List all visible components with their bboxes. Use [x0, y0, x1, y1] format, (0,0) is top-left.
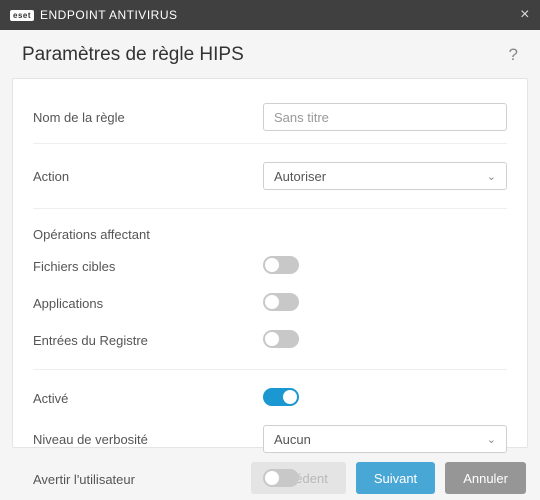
enabled-label: Activé [33, 391, 263, 406]
registry-toggle[interactable] [263, 330, 299, 348]
row-registry: Entrées du Registre [33, 322, 507, 359]
row-enabled: Activé [33, 380, 507, 417]
cancel-button[interactable]: Annuler [445, 462, 526, 494]
close-icon[interactable]: × [520, 6, 530, 24]
row-applications: Applications [33, 285, 507, 322]
verbosity-label: Niveau de verbosité [33, 432, 263, 447]
action-select[interactable]: Autoriser ⌄ [263, 162, 507, 190]
titlebar: eset ENDPOINT ANTIVIRUS × [0, 0, 540, 30]
page-header: Paramètres de règle HIPS ? [0, 30, 540, 78]
applications-label: Applications [33, 296, 263, 311]
notify-toggle[interactable] [263, 469, 299, 487]
row-target-files: Fichiers cibles [33, 248, 507, 285]
target-files-toggle[interactable] [263, 256, 299, 274]
help-icon[interactable]: ? [509, 45, 518, 65]
registry-label: Entrées du Registre [33, 333, 263, 348]
row-action: Action Autoriser ⌄ [33, 154, 507, 198]
action-label: Action [33, 169, 263, 184]
verbosity-select[interactable]: Aucun ⌄ [263, 425, 507, 453]
next-button[interactable]: Suivant [356, 462, 435, 494]
page-title: Paramètres de règle HIPS [22, 44, 509, 66]
chevron-down-icon: ⌄ [487, 433, 496, 446]
rule-name-input[interactable] [263, 103, 507, 131]
settings-panel: Nom de la règle Action Autoriser ⌄ Opéra… [12, 78, 528, 448]
chevron-down-icon: ⌄ [487, 170, 496, 183]
target-files-label: Fichiers cibles [33, 259, 263, 274]
action-value: Autoriser [274, 169, 326, 184]
brand-badge: eset [10, 10, 34, 21]
enabled-toggle[interactable] [263, 388, 299, 406]
app-name: ENDPOINT ANTIVIRUS [40, 8, 177, 22]
applications-toggle[interactable] [263, 293, 299, 311]
verbosity-value: Aucun [274, 432, 311, 447]
notify-label: Avertir l'utilisateur [33, 472, 263, 487]
operations-section-title: Opérations affectant [33, 219, 507, 248]
row-rule-name: Nom de la règle [33, 95, 507, 139]
rule-name-label: Nom de la règle [33, 110, 263, 125]
